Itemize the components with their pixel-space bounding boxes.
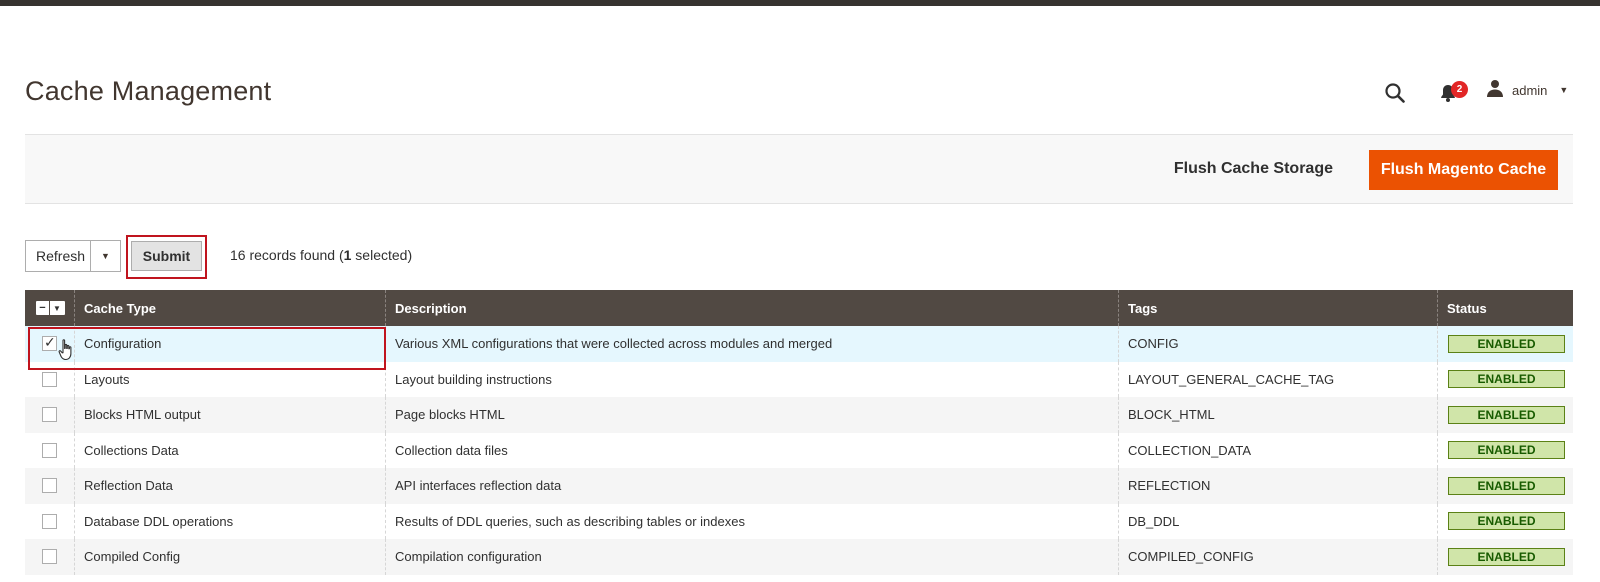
table-row[interactable]: Blocks HTML output Page blocks HTML BLOC… (25, 397, 1573, 433)
cell-status: ENABLED (1437, 326, 1573, 362)
cell-cache-type: Layouts (74, 361, 385, 397)
status-badge: ENABLED (1448, 441, 1565, 460)
cell-tags: LAYOUT_GENERAL_CACHE_TAG (1118, 361, 1437, 397)
table-row[interactable]: Database DDL operations Results of DDL q… (25, 503, 1573, 540)
grid-header: − ▼ Cache Type Description Tags Status (25, 290, 1573, 326)
minus-icon: − (36, 301, 50, 315)
status-badge: ENABLED (1448, 405, 1565, 424)
submit-button[interactable]: Submit (131, 241, 202, 271)
cell-description: Compilation configuration (385, 539, 1118, 575)
row-checkbox[interactable] (42, 371, 57, 387)
chevron-down-icon: ▼ (53, 303, 61, 313)
column-header-tags[interactable]: Tags (1118, 290, 1437, 326)
row-checkbox[interactable] (42, 513, 57, 529)
cell-cache-type: Reflection Data (74, 468, 385, 504)
row-select-cell (25, 397, 74, 433)
mass-action-value: Refresh (36, 248, 86, 264)
row-select-cell (25, 362, 74, 398)
table-row[interactable]: Reflection Data API interfaces reflectio… (25, 468, 1573, 504)
status-badge: ENABLED (1448, 547, 1565, 566)
page-title: Cache Management (25, 76, 272, 106)
cell-status: ENABLED (1437, 503, 1573, 539)
top-bar (0, 0, 1600, 6)
column-header-status[interactable]: Status (1437, 290, 1573, 326)
search-icon[interactable] (1384, 82, 1406, 104)
cell-cache-type: Configuration (74, 326, 385, 362)
records-found-text: 16 records found (1 selected) (230, 247, 412, 263)
cell-cache-type: Collections Data (74, 432, 385, 468)
row-checkbox[interactable] (42, 442, 57, 458)
flush-magento-cache-button[interactable]: Flush Magento Cache (1369, 150, 1558, 190)
records-suffix: selected) (351, 247, 413, 263)
table-row[interactable]: Configuration Various XML configurations… (25, 326, 1573, 362)
hand-cursor-icon (57, 338, 77, 362)
cell-tags: BLOCK_HTML (1118, 397, 1437, 433)
user-menu[interactable]: admin ▼ (1486, 79, 1569, 102)
row-checkbox[interactable] (42, 334, 57, 352)
cell-tags: DB_DDL (1118, 503, 1437, 539)
cell-description: Results of DDL queries, such as describi… (385, 503, 1118, 539)
cell-cache-type: Database DDL operations (74, 503, 385, 539)
column-header-description[interactable]: Description (385, 290, 1118, 326)
table-row[interactable]: Layouts Layout building instructions LAY… (25, 361, 1573, 398)
row-checkbox[interactable] (42, 549, 57, 565)
cell-cache-type: Compiled Config (74, 539, 385, 575)
chevron-down-icon[interactable]: ▼ (90, 241, 120, 271)
cell-cache-type: Blocks HTML output (74, 397, 385, 433)
cell-tags: CONFIG (1118, 326, 1437, 362)
records-prefix: 16 records found ( (230, 247, 344, 263)
table-row[interactable]: Collections Data Collection data files C… (25, 432, 1573, 469)
mass-action-select[interactable]: Refresh ▼ (25, 240, 121, 272)
cell-description: Collection data files (385, 432, 1118, 468)
cache-grid: − ▼ Cache Type Description Tags Status C… (25, 290, 1573, 575)
column-header-cache-type[interactable]: Cache Type (74, 290, 385, 326)
row-checkbox[interactable] (42, 478, 57, 494)
status-badge: ENABLED (1448, 476, 1565, 495)
row-select-cell (25, 539, 74, 575)
mass-select-header[interactable]: − ▼ (25, 290, 74, 326)
cell-tags: COMPILED_CONFIG (1118, 539, 1437, 575)
status-badge: ENABLED (1448, 512, 1565, 531)
cell-status: ENABLED (1437, 361, 1573, 397)
cell-description: Various XML configurations that were col… (385, 326, 1118, 362)
cell-description: Page blocks HTML (385, 397, 1118, 433)
user-icon (1486, 79, 1504, 102)
cell-status: ENABLED (1437, 468, 1573, 504)
table-row[interactable]: Compiled Config Compilation configuratio… (25, 539, 1573, 575)
page-actions-bar: Flush Cache Storage Flush Magento Cache (25, 134, 1573, 204)
mass-select-checkbox[interactable]: − ▼ (36, 301, 65, 315)
user-label: admin (1512, 82, 1548, 98)
row-select-cell (25, 504, 74, 540)
row-select-cell (25, 468, 74, 504)
row-select-cell (25, 433, 74, 469)
cell-description: Layout building instructions (385, 361, 1118, 397)
status-badge: ENABLED (1448, 334, 1565, 353)
flush-cache-storage-button[interactable]: Flush Cache Storage (1162, 149, 1345, 189)
cell-status: ENABLED (1437, 539, 1573, 575)
cell-status: ENABLED (1437, 397, 1573, 433)
cell-status: ENABLED (1437, 432, 1573, 468)
cell-tags: COLLECTION_DATA (1118, 432, 1437, 468)
status-badge: ENABLED (1448, 370, 1565, 389)
cell-description: API interfaces reflection data (385, 468, 1118, 504)
notification-badge[interactable]: 2 (1451, 81, 1468, 98)
cell-tags: REFLECTION (1118, 468, 1437, 504)
row-checkbox[interactable] (42, 407, 57, 423)
chevron-down-icon: ▼ (1559, 85, 1569, 95)
